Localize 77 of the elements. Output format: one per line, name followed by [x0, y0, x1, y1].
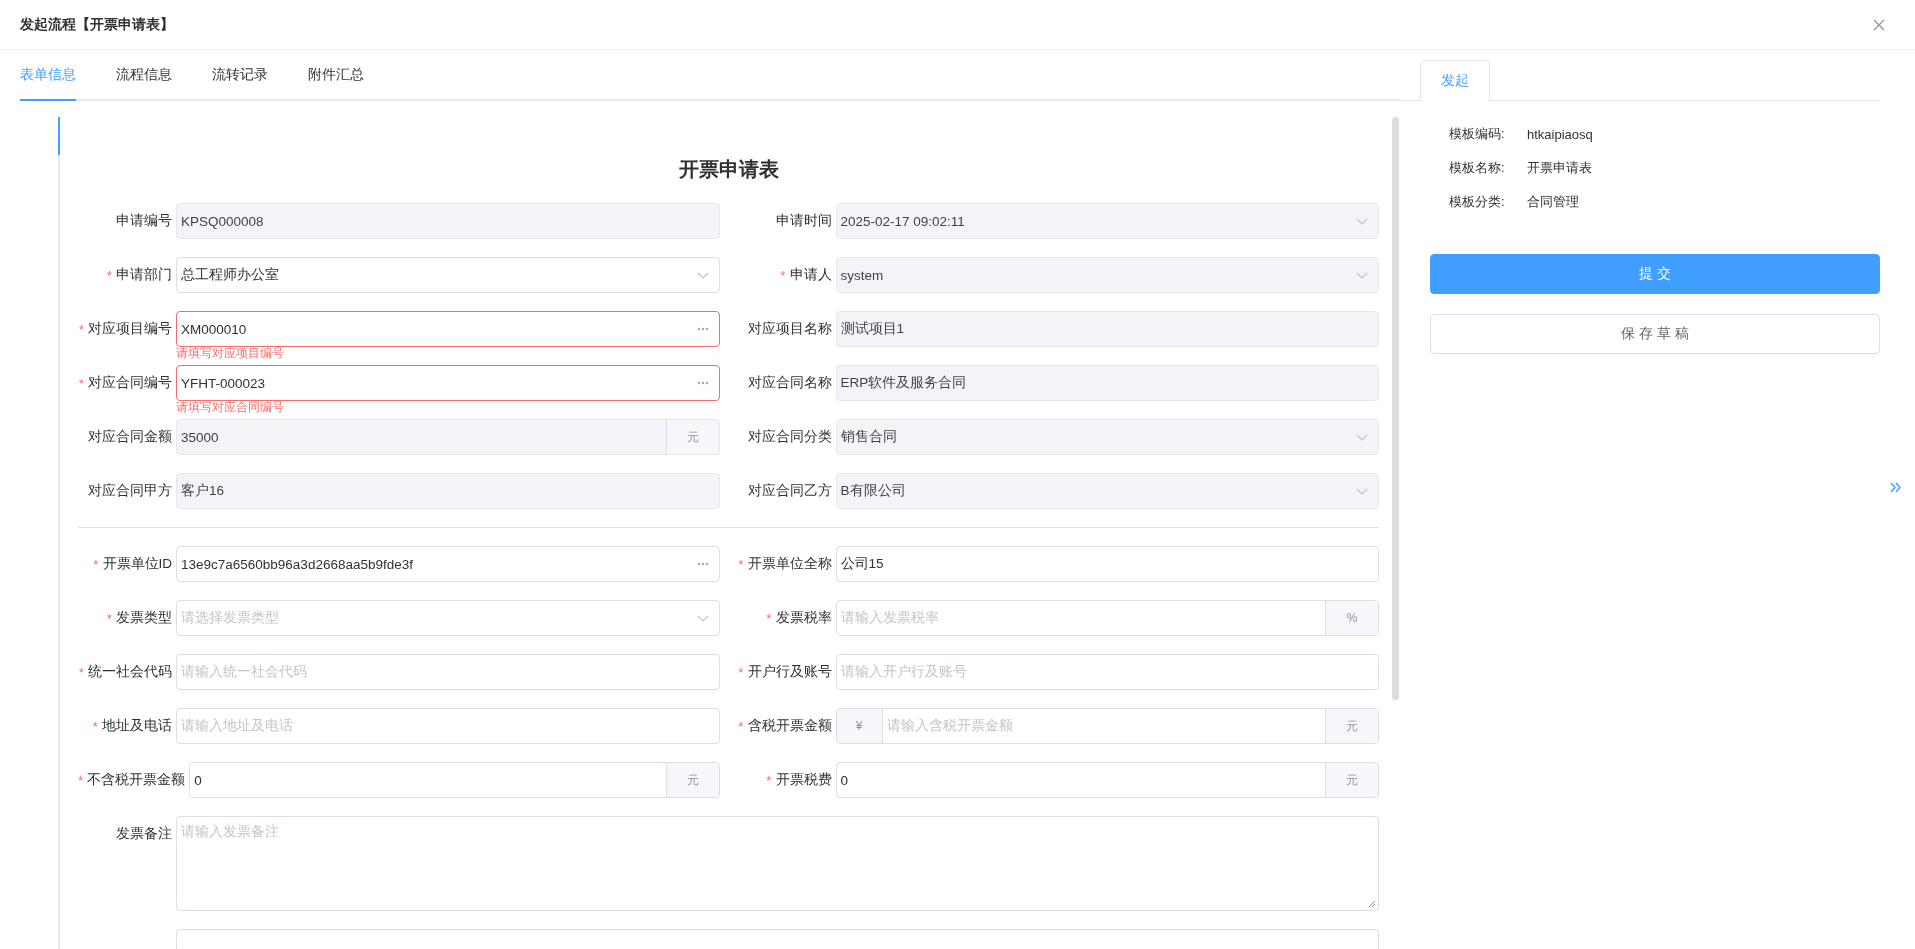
field-label: 发票备注: [116, 825, 172, 843]
chevron-down-icon: [1356, 433, 1368, 441]
chevron-down-icon: [1356, 487, 1368, 495]
required-asterisk: *: [78, 321, 84, 337]
required-asterisk: *: [78, 375, 84, 391]
required-asterisk: *: [738, 664, 744, 680]
tab[interactable]: 附件汇总: [308, 50, 364, 101]
field-label: 对应合同乙方: [747, 482, 832, 500]
field-label: 申请人: [789, 266, 832, 284]
info-label: 模板编码:: [1449, 125, 1506, 143]
field-label: 对应合同编号: [88, 374, 172, 392]
unit-addon: 元: [665, 763, 719, 797]
field-label: 含税开票金额: [747, 717, 832, 735]
double-chevron-right-icon[interactable]: [1890, 482, 1901, 493]
field-label: 发票类型: [116, 609, 172, 627]
error-message: 请填写对应项目编号: [176, 346, 284, 360]
required-asterisk: *: [93, 556, 99, 572]
field-label: 对应合同分类: [747, 428, 832, 446]
tab[interactable]: 流转记录: [212, 50, 268, 101]
input-field[interactable]: 0 元: [835, 762, 1379, 798]
required-asterisk: *: [766, 610, 772, 626]
resize-grip-icon[interactable]: [1368, 900, 1376, 908]
field-label: 对应项目编号: [88, 320, 172, 338]
field-label: 对应项目名称: [747, 320, 832, 338]
input-field[interactable]: YFHT-000023: [176, 365, 720, 401]
tab[interactable]: 流程信息: [116, 50, 172, 101]
field-label: 对应合同金额: [88, 428, 172, 446]
input-field[interactable]: 公司15: [835, 546, 1379, 582]
chevron-down-icon: [696, 614, 709, 622]
field-label: 对应合同名称: [747, 374, 832, 392]
field-label: 发票税率: [775, 609, 832, 627]
required-asterisk: *: [738, 556, 744, 572]
required-asterisk: *: [78, 664, 84, 680]
close-icon[interactable]: [1873, 18, 1885, 31]
field-label: 开票单位ID: [102, 555, 172, 573]
field-label: 开票单位全称: [747, 555, 832, 573]
error-message: 请填写对应合同编号: [176, 400, 284, 414]
field-label: 申请编号: [116, 212, 172, 230]
required-asterisk: *: [106, 267, 112, 283]
more-icon[interactable]: [696, 327, 709, 331]
chevron-down-icon: [1356, 271, 1368, 279]
required-asterisk: *: [92, 718, 98, 734]
window-title: 发起流程【开票申请表】: [20, 15, 174, 34]
unit-addon: 元: [1325, 763, 1378, 797]
required-asterisk: *: [766, 772, 772, 788]
unit-addon: 元: [1325, 709, 1378, 743]
info-label: 模板名称:: [1449, 159, 1506, 177]
required-asterisk: *: [78, 772, 84, 788]
field-label: 地址及电话: [102, 717, 172, 735]
unit-addon: %: [1325, 601, 1378, 635]
select-field[interactable]: 总工程师办公室: [176, 257, 720, 293]
info-value: htkaipiaosq: [1527, 126, 1593, 142]
required-asterisk: *: [738, 718, 744, 734]
scrollbar-thumb[interactable]: [1392, 117, 1399, 700]
more-icon[interactable]: [696, 381, 709, 385]
field-label: 开票税费: [775, 771, 832, 789]
required-asterisk: *: [106, 610, 112, 626]
input-field[interactable]: 0 元: [189, 762, 720, 798]
info-value: 开票申请表: [1527, 159, 1592, 177]
required-asterisk: *: [780, 267, 786, 283]
field-label: 申请部门: [116, 266, 172, 284]
chevron-down-icon: [696, 271, 709, 279]
input-field[interactable]: 13e9c7a6560bb96a3d2668aa5b9fde3f: [176, 546, 720, 582]
currency-addon: ¥: [836, 709, 883, 743]
input-field[interactable]: XM000010: [176, 311, 720, 347]
form-title: 开票申请表: [677, 157, 780, 182]
field-label: 申请时间: [775, 212, 832, 230]
info-label: 模板分类:: [1449, 193, 1506, 211]
field-label: 不含税开票金额: [87, 771, 186, 789]
field-label: 对应合同甲方: [88, 482, 172, 500]
field-label: 统一社会代码: [88, 663, 172, 681]
chevron-down-icon: [1356, 217, 1368, 225]
field-label: 开户行及账号: [747, 663, 832, 681]
more-icon[interactable]: [696, 562, 709, 566]
unit-addon: 元: [665, 420, 719, 454]
save-draft-button[interactable]: 保 存 草 稿: [1430, 314, 1880, 354]
info-value: 合同管理: [1527, 193, 1579, 211]
